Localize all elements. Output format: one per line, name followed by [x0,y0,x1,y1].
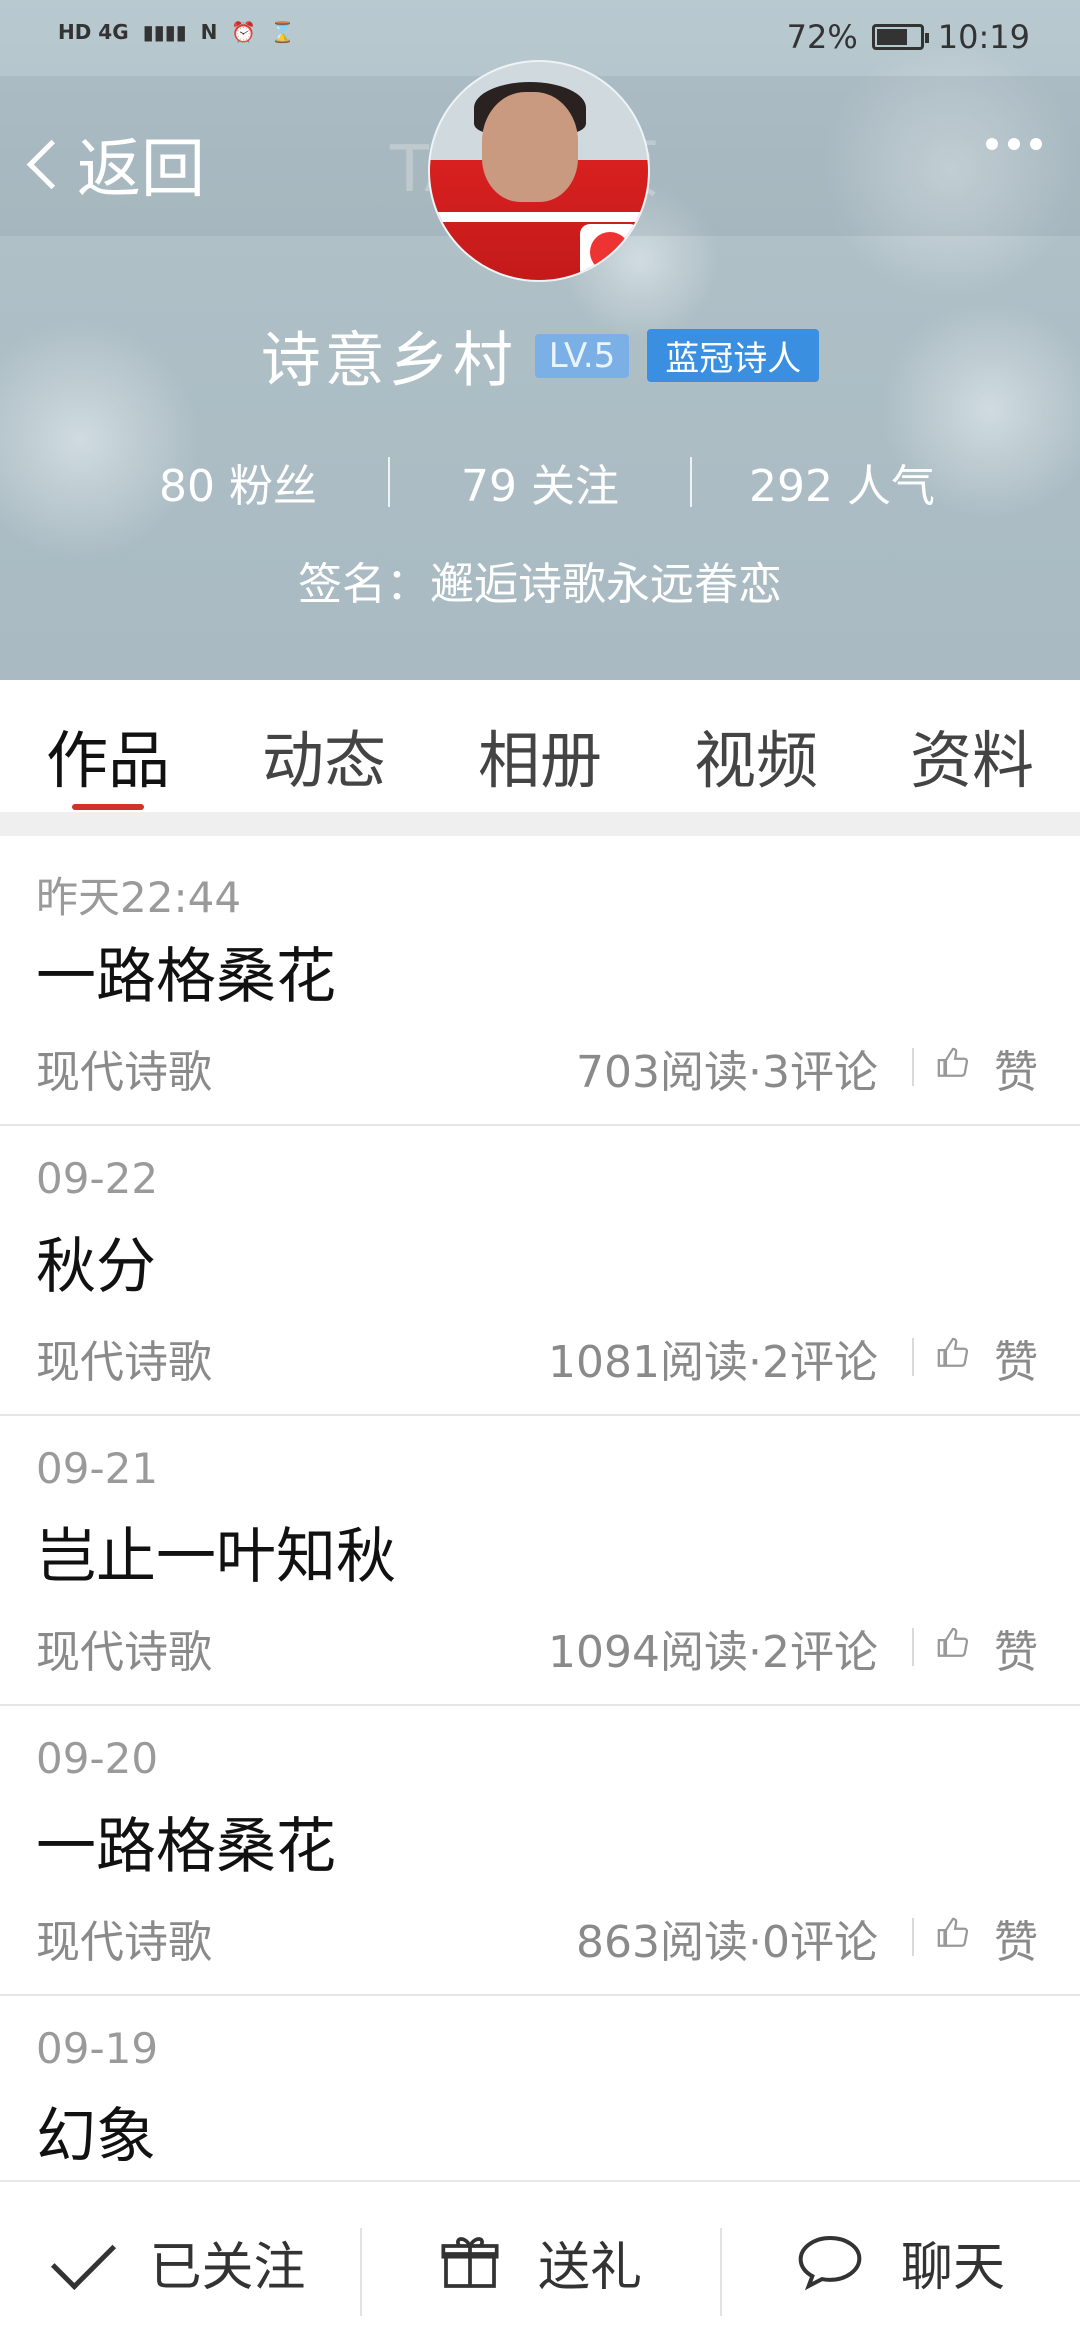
more-dot-icon [986,138,998,150]
chevron-left-icon [26,139,77,189]
back-label: 返回 [77,133,205,207]
thumbs-up-icon[interactable] [936,1916,970,1950]
stats-row: 80 粉丝 79 关注 292 人气 [0,450,1080,514]
stat-label: 粉丝 [229,461,317,512]
more-dot-icon [1030,138,1042,150]
thumbs-up-icon[interactable] [936,1336,970,1370]
battery-percent: 72% [786,18,858,56]
stat-following[interactable]: 79 关注 [390,450,690,514]
user-name: 诗意乡村 [260,326,517,396]
like-button[interactable]: 赞 [994,1036,1038,1100]
more-button[interactable] [986,138,1042,150]
network-label: HD 4G [58,20,129,44]
stat-popularity: 292 人气 [692,450,992,514]
tab-label: 动态 [261,724,386,797]
tab-label: 相册 [477,724,602,797]
item-date: 09-22 [36,1154,159,1203]
item-stats: 863阅读·0评论 [576,1917,878,1968]
more-dot-icon [1008,138,1020,150]
chat-button[interactable]: 聊天 [720,2182,1080,2342]
tab-indicator [72,804,144,810]
chat-bubble-icon [798,2235,862,2291]
divider [912,1918,914,1956]
divider [912,1048,914,1086]
tab-album[interactable]: 相册 [432,680,648,810]
item-title[interactable]: 一路格桑花 [36,1798,336,1885]
tab-label: 作品 [45,724,170,797]
alarm-icon: ⏰ [231,20,257,44]
tab-bar: 作品 动态 相册 视频 资料 [0,680,1080,810]
thumbs-up-icon[interactable] [936,1626,970,1660]
like-button[interactable]: 赞 [994,1906,1038,1970]
stat-label: 关注 [531,461,619,512]
list-item[interactable]: 09-21 岂止一叶知秋 现代诗歌 1094阅读·2评论 赞 [0,1416,1080,1706]
stat-label: 人气 [846,461,935,512]
item-stats: 703阅读·3评论 [576,1047,878,1098]
item-category: 现代诗歌 [36,1337,212,1388]
signal-icons: HD 4G ▮▮▮▮ N ⏰ ⌛ [58,20,295,44]
item-date: 09-20 [36,1734,159,1783]
status-bar: HD 4G ▮▮▮▮ N ⏰ ⌛ 72% 10:19 [0,0,1080,76]
check-icon [51,2224,117,2290]
thumbs-up-icon[interactable] [936,1046,970,1080]
stat-fans[interactable]: 80 粉丝 [88,450,388,514]
follow-button[interactable]: 已关注 [0,2182,360,2342]
works-list: 昨天22:44 一路格桑花 现代诗歌 703阅读·3评论 赞 09-22 秋分 … [0,836,1080,2284]
like-button[interactable]: 赞 [994,1326,1038,1390]
like-button[interactable]: 赞 [994,1616,1038,1680]
list-item[interactable]: 09-20 一路格桑花 现代诗歌 863阅读·0评论 赞 [0,1706,1080,1996]
tab-label: 资料 [909,724,1034,797]
item-date: 09-19 [36,2024,159,2073]
tab-label: 视频 [693,724,818,797]
item-category: 现代诗歌 [36,1917,212,1968]
gift-label: 送礼 [537,2237,642,2298]
item-category: 现代诗歌 [36,1047,212,1098]
item-title[interactable]: 岂止一叶知秋 [36,1508,396,1595]
clock: 10:19 [937,18,1030,56]
item-date: 昨天22:44 [36,873,242,922]
item-stats: 1081阅读·2评论 [548,1337,878,1388]
item-title[interactable]: 秋分 [36,1218,156,1305]
list-item[interactable]: 09-22 秋分 现代诗歌 1081阅读·2评论 赞 [0,1126,1080,1416]
item-date: 09-21 [36,1444,159,1493]
follow-label: 已关注 [149,2237,306,2298]
badge-icon [580,224,640,280]
tab-profile[interactable]: 资料 [864,680,1080,810]
tab-video[interactable]: 视频 [648,680,864,810]
gift-icon [441,2237,499,2288]
stat-value: 79 [461,461,517,512]
gift-button[interactable]: 送礼 [360,2182,720,2342]
item-stats: 1094阅读·2评论 [548,1627,878,1678]
item-title[interactable]: 幻象 [36,2088,156,2175]
divider [912,1338,914,1376]
signal-icon: ▮▮▮▮ [142,20,187,44]
title-badge[interactable]: 蓝冠诗人 [647,329,820,382]
item-category: 现代诗歌 [36,1627,212,1678]
avatar[interactable] [428,60,650,282]
item-title[interactable]: 一路格桑花 [36,928,336,1015]
stat-value: 80 [159,461,215,512]
divider [0,812,1080,836]
tab-activity[interactable]: 动态 [216,680,432,810]
signature: 签名：邂逅诗歌永远眷恋 [298,559,782,610]
hourglass-icon: ⌛ [270,20,296,44]
divider [912,1628,914,1666]
back-button[interactable]: 返回 [26,118,205,210]
bottom-action-bar: 已关注 送礼 聊天 [0,2180,1080,2342]
battery-icon [871,24,929,50]
chat-label: 聊天 [900,2237,1005,2298]
list-item[interactable]: 昨天22:44 一路格桑花 现代诗歌 703阅读·3评论 赞 [0,836,1080,1126]
tab-works[interactable]: 作品 [0,680,216,810]
level-badge: LV.5 [534,333,630,378]
stat-value: 292 [749,461,833,512]
nfc-icon: N [200,20,218,44]
